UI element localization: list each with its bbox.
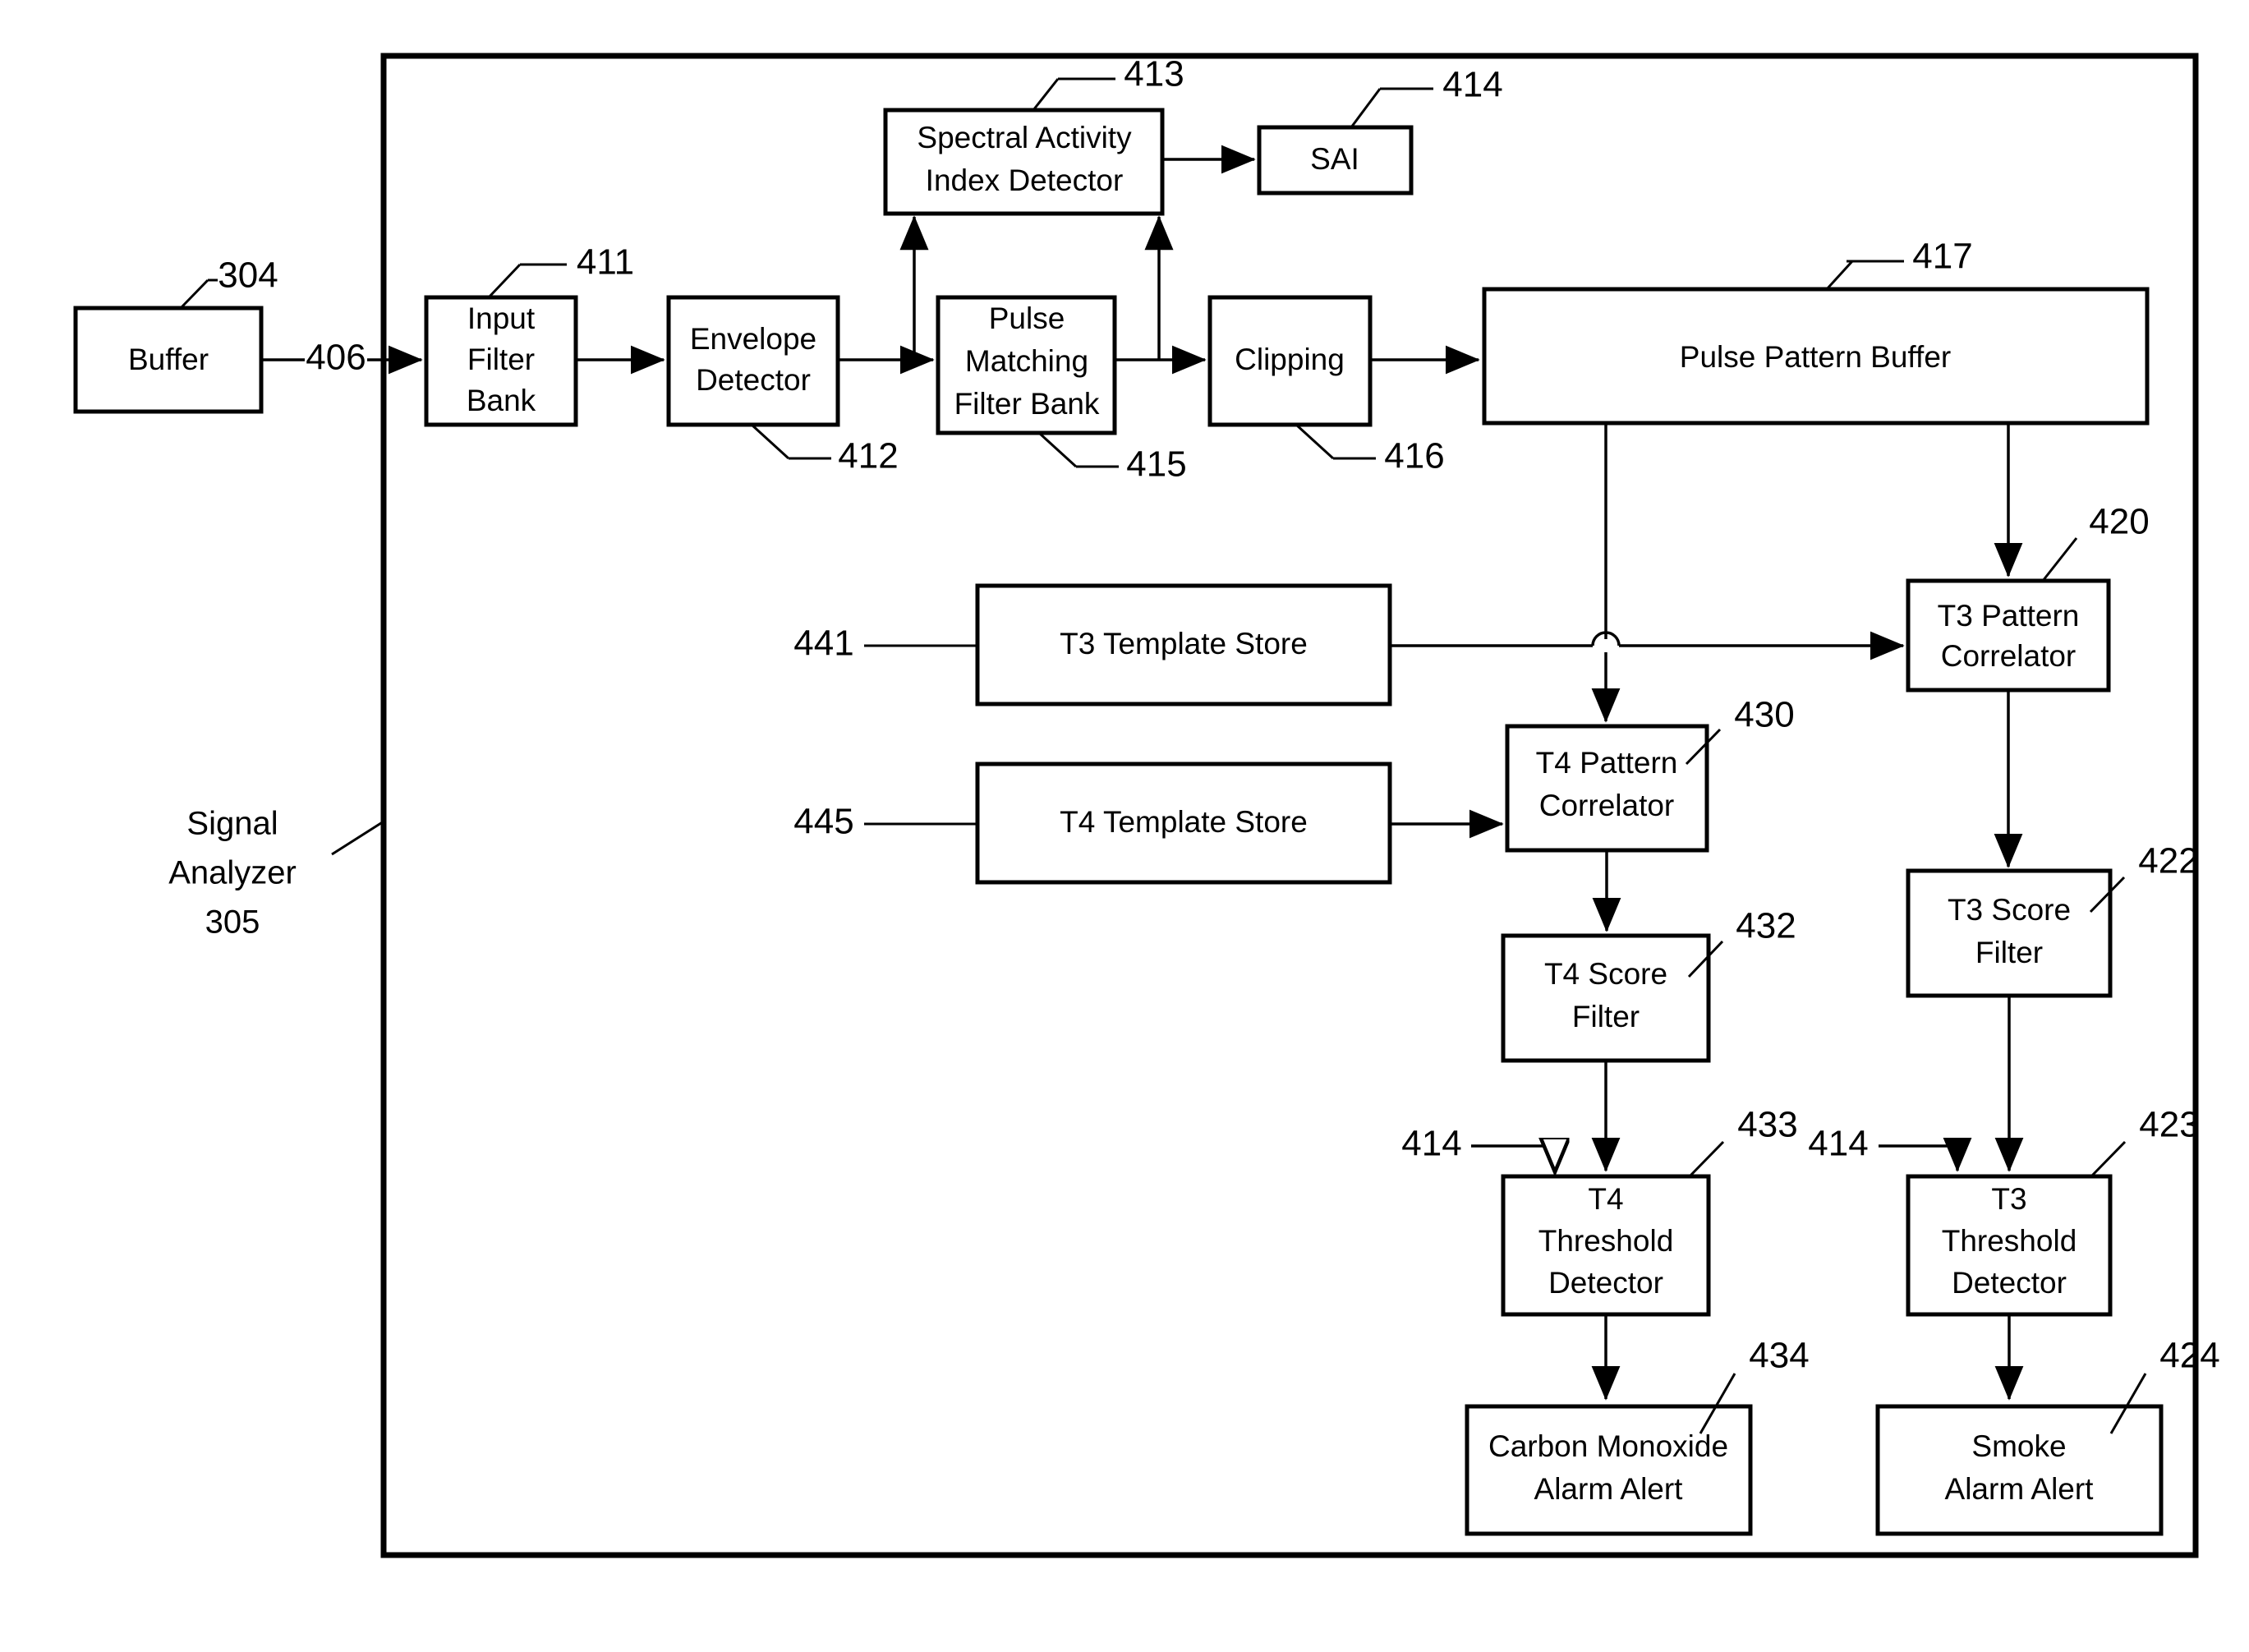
pulse-pattern-buffer-label: Pulse Pattern Buffer xyxy=(1680,340,1951,374)
t4-template-store-label: T4 Template Store xyxy=(1060,805,1308,839)
t4td-ref-leader xyxy=(1688,1140,1725,1178)
t3-template-store-ref: 441 xyxy=(793,624,853,664)
ppb-ref-leader xyxy=(1825,260,1854,291)
sai-feed-t4-ref: 414 xyxy=(1401,1124,1461,1164)
envelope-detector-block[interactable] xyxy=(666,295,840,427)
t4-score-filter-ref: 432 xyxy=(1736,906,1796,946)
input-filter-bank-label-line2: Filter xyxy=(467,343,535,376)
t3-score-filter-block[interactable] xyxy=(1906,868,2113,998)
signal-analyzer-label-line2: Analyzer xyxy=(168,855,297,891)
clipping-ref: 416 xyxy=(1384,436,1444,476)
figure-canvas: Signal Analyzer 305 Buffer 304 406 Input… xyxy=(0,0,2249,1652)
t4-threshold-detector-ref: 433 xyxy=(1737,1105,1797,1145)
co-alarm-label-line2: Alarm Alert xyxy=(1534,1472,1684,1506)
t4-score-filter-label-line1: T4 Score xyxy=(1544,957,1667,991)
t3-score-filter-label-line1: T3 Score xyxy=(1948,893,2071,927)
t4-pattern-correlator-label-line2: Correlator xyxy=(1539,789,1675,822)
t4-pattern-correlator-ref: 430 xyxy=(1734,695,1794,735)
t3-score-filter-label-line2: Filter xyxy=(1975,936,2043,969)
t4-pattern-correlator-label-line1: T4 Pattern xyxy=(1536,746,1678,780)
t3-pattern-correlator-label-line2: Correlator xyxy=(1941,639,2077,673)
clip-ref-leader xyxy=(1295,423,1335,460)
sai-ref: 414 xyxy=(1442,65,1502,105)
input-filter-bank-label-line3: Bank xyxy=(467,384,536,417)
carbon-monoxide-alarm-alert-ref: 434 xyxy=(1749,1336,1809,1376)
t3-threshold-detector-label-line1: T3 xyxy=(1991,1182,2026,1216)
pulse-pattern-buffer-ref: 417 xyxy=(1912,237,1972,277)
connection-406-label: 406 xyxy=(306,338,366,378)
t3-pattern-correlator-ref: 420 xyxy=(2089,502,2149,542)
sai-feed-t3-ref: 414 xyxy=(1808,1124,1868,1164)
spectral-activity-index-detector-ref: 413 xyxy=(1124,54,1184,94)
smoke-alarm-alert-block[interactable] xyxy=(1875,1404,2164,1536)
t3td-ref-leader xyxy=(2090,1140,2127,1178)
t3-threshold-detector-ref: 423 xyxy=(2139,1105,2199,1145)
pmfb-ref-leader xyxy=(1037,431,1078,468)
input-filter-bank-ref: 411 xyxy=(577,242,634,283)
t3-score-filter-ref: 422 xyxy=(2138,841,2198,881)
smoke-alarm-label-line2: Alarm Alert xyxy=(1945,1472,2095,1506)
said-ref-leader xyxy=(1032,78,1060,111)
t3-threshold-detector-label-line3: Detector xyxy=(1952,1266,2067,1300)
t4-score-filter-block[interactable] xyxy=(1501,933,1711,1063)
t3-threshold-detector-label-line2: Threshold xyxy=(1942,1224,2077,1258)
smoke-alarm-alert-ref: 424 xyxy=(2159,1336,2219,1376)
t3-pattern-correlator-block[interactable] xyxy=(1906,578,2111,693)
envelope-detector-ref: 412 xyxy=(838,436,898,476)
sai-ref-leader xyxy=(1350,88,1382,128)
signal-analyzer-label-line1: Signal xyxy=(186,806,278,842)
t4-threshold-detector-label-line3: Detector xyxy=(1548,1266,1663,1300)
smoke-alarm-label-line1: Smoke xyxy=(1971,1429,2066,1463)
t4-threshold-detector-label-line2: Threshold xyxy=(1538,1224,1674,1258)
pmfb-label-line3: Filter Bank xyxy=(954,387,1100,421)
envelope-detector-label-line1: Envelope xyxy=(690,322,816,356)
block-diagram-svg: Signal Analyzer 305 Buffer 304 406 Input… xyxy=(73,53,2220,1558)
said-label-line1: Spectral Activity xyxy=(917,121,1132,154)
t3-pattern-correlator-label-line1: T3 Pattern xyxy=(1938,599,2080,633)
ed-ref-leader xyxy=(750,423,790,460)
t3pc-ref-leader xyxy=(2041,537,2078,582)
carbon-monoxide-alarm-alert-block[interactable] xyxy=(1465,1404,1753,1536)
signal-analyzer-leader xyxy=(331,820,384,856)
clipping-label: Clipping xyxy=(1235,343,1345,376)
signal-analyzer-label-line3: 305 xyxy=(205,904,260,941)
envelope-detector-label-line2: Detector xyxy=(696,363,811,397)
t4-template-store-ref: 445 xyxy=(793,802,853,842)
input-filter-bank-label-line1: Input xyxy=(467,301,536,335)
sai-label: SAI xyxy=(1310,142,1359,176)
pmfb-label-line1: Pulse xyxy=(989,301,1065,335)
said-label-line2: Index Detector xyxy=(926,163,1124,197)
pulse-matching-filter-bank-ref: 415 xyxy=(1126,444,1186,485)
buffer-ref-leader xyxy=(179,278,209,310)
co-alarm-label-line1: Carbon Monoxide xyxy=(1488,1429,1728,1463)
buffer-ref: 304 xyxy=(218,255,278,296)
t3-template-store-label: T3 Template Store xyxy=(1060,627,1308,660)
buffer-label: Buffer xyxy=(128,343,209,376)
pmfb-label-line2: Matching xyxy=(965,344,1088,378)
ifb-ref-leader xyxy=(487,263,522,299)
t4-threshold-detector-label-line1: T4 xyxy=(1588,1182,1623,1216)
t4-score-filter-label-line2: Filter xyxy=(1572,1000,1640,1033)
